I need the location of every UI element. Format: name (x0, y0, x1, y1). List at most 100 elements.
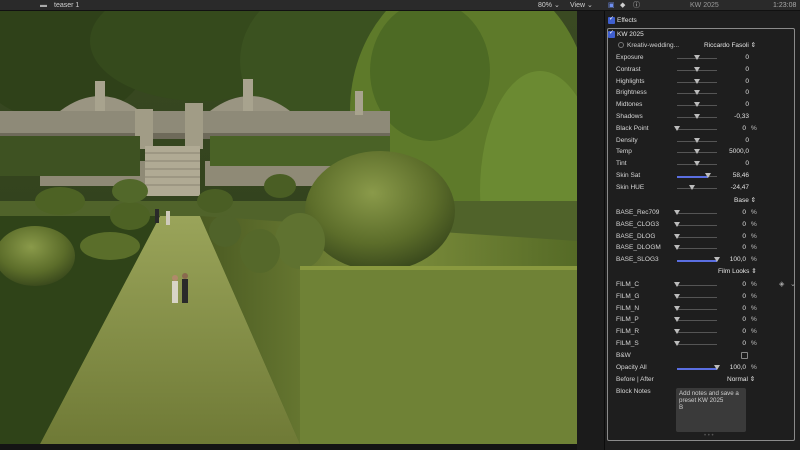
color-inspector-icon[interactable]: ◆ (620, 1, 625, 10)
keyframe-icon[interactable]: ◈ (779, 280, 784, 288)
film-c-value[interactable]: 0 (706, 281, 746, 289)
view-menu[interactable]: View ⌄ (570, 1, 593, 10)
opacity-value[interactable]: 100,0 (706, 364, 746, 372)
panel-divider[interactable] (577, 11, 604, 450)
resize-handle[interactable]: • • • (704, 433, 714, 439)
film-n-slider-knob[interactable] (674, 305, 680, 311)
base-dlogm-slider-knob[interactable] (674, 245, 680, 251)
base-rec709-slider-knob[interactable] (674, 210, 680, 215)
viewer-status-bar (0, 444, 604, 450)
project-name: teaser 1 (54, 2, 80, 9)
density-value[interactable]: 0 (709, 137, 749, 145)
base-slog3-value[interactable]: 100,0 (706, 256, 746, 264)
highlights-slider-knob[interactable] (694, 78, 700, 84)
base-slog3-label: BASE_SLOG3 (616, 256, 659, 264)
density-slider-knob[interactable] (694, 137, 700, 143)
film-g-unit: % (751, 292, 757, 300)
shadows-slider-knob[interactable] (693, 114, 700, 119)
base-clog3-value[interactable]: 0 (706, 221, 746, 229)
exposure-label: Exposure (616, 54, 644, 61)
base-dlog-unit: % (751, 232, 757, 240)
film-c-slider-knob[interactable] (674, 282, 680, 287)
effects-section-title: Effects (617, 17, 637, 24)
film-n-value[interactable]: 0 (706, 305, 746, 313)
skin-hue-label: Skin HUE (616, 183, 645, 191)
film-p-label: FILM_P (616, 316, 639, 324)
skin-hue-slider-knob[interactable] (689, 184, 696, 190)
brightness-value[interactable]: 0 (709, 89, 749, 97)
exposure-value[interactable]: 0 (709, 54, 749, 62)
base-clog3-label: BASE_CLOG3 (616, 220, 659, 228)
skin-sat-value[interactable]: 58,46 (709, 172, 749, 180)
film-c-label: FILM_C (616, 281, 640, 288)
bw-label: B&W (616, 352, 631, 359)
viewer-frame-image (0, 11, 577, 444)
base-group-selector[interactable]: Base ⇕ (734, 197, 756, 205)
zoom-menu[interactable]: 80% ⌄ (538, 1, 560, 10)
film-p-slider-knob[interactable] (674, 317, 680, 323)
base-dlog-slider-knob[interactable] (674, 233, 680, 239)
base-rec709-value[interactable]: 0 (706, 209, 746, 217)
preset-name[interactable]: Kreativ-wedding... (627, 42, 679, 50)
video-viewer[interactable] (0, 11, 577, 444)
brightness-slider-knob[interactable] (694, 90, 700, 96)
base-rec709-label: BASE_Rec709 (616, 209, 660, 216)
temp-label: Temp (616, 148, 632, 156)
base-slog3-unit: % (751, 256, 757, 264)
film-r-unit: % (751, 328, 757, 336)
chevron-down-icon[interactable]: ⌄ (790, 280, 796, 288)
film-p-unit: % (751, 316, 757, 324)
black-point-slider-knob[interactable] (674, 125, 680, 131)
temp-value[interactable]: 5000,0 (709, 148, 749, 156)
film-r-value[interactable]: 0 (706, 328, 746, 336)
tint-slider-knob[interactable] (694, 161, 700, 167)
exposure-slider-knob[interactable] (694, 55, 700, 60)
shadows-label: Shadows (616, 113, 643, 120)
effect-enable-checkbox[interactable] (608, 29, 615, 38)
film-s-label: FILM_S (616, 340, 639, 347)
film-icon: ▬ (40, 2, 47, 9)
base-dlogm-unit: % (751, 244, 757, 252)
video-inspector-icon[interactable]: ▣ (608, 1, 615, 10)
highlights-value[interactable]: 0 (709, 78, 749, 86)
black-point-unit: % (751, 124, 757, 132)
before-after-selector[interactable]: Normal ⇕ (727, 376, 755, 384)
film-s-unit: % (751, 340, 757, 347)
skin-sat-label: Skin Sat (616, 172, 641, 179)
midtones-slider-knob[interactable] (694, 102, 700, 108)
base-clog3-slider-knob[interactable] (674, 221, 680, 227)
base-clog3-unit: % (751, 220, 757, 228)
tint-value[interactable]: 0 (709, 160, 749, 168)
author-selector[interactable]: Riccardo Fasoli ⇕ (704, 42, 756, 50)
before-after-label: Before | After (616, 376, 654, 383)
timecode: 1:23:08 (773, 2, 797, 9)
film-n-unit: % (751, 304, 757, 312)
top-toolbar: ▬ teaser 1 80% ⌄ View ⌄ ▣ ◆ ⓘ KW 2025 1:… (0, 0, 800, 11)
block-notes-label: Block Notes (616, 388, 651, 395)
film-s-value[interactable]: 0 (706, 340, 746, 348)
film-r-slider-knob[interactable] (674, 329, 680, 335)
midtones-value[interactable]: 0 (709, 101, 749, 109)
base-rec709-unit: % (751, 209, 757, 216)
film-c-unit: % (751, 281, 757, 288)
film-p-value[interactable]: 0 (706, 316, 746, 324)
film-g-value[interactable]: 0 (706, 293, 746, 301)
base-dlog-value[interactable]: 0 (706, 233, 746, 241)
preset-dot-icon (618, 42, 624, 48)
skin-hue-value[interactable]: -24,47 (709, 184, 749, 192)
temp-slider-knob[interactable] (694, 149, 700, 155)
film-looks-group-selector[interactable]: Film Looks ⇕ (718, 268, 757, 276)
film-s-slider-knob[interactable] (674, 341, 680, 346)
tint-label: Tint (616, 160, 627, 168)
black-point-value[interactable]: 0 (706, 125, 746, 133)
film-g-slider-knob[interactable] (674, 293, 680, 299)
shadows-value[interactable]: -0,33 (709, 113, 749, 121)
bw-checkbox[interactable] (741, 352, 748, 359)
midtones-label: Midtones (616, 101, 643, 109)
effects-enable-checkbox[interactable] (608, 15, 615, 24)
contrast-value[interactable]: 0 (709, 66, 749, 74)
base-dlogm-value[interactable]: 0 (706, 244, 746, 252)
info-icon[interactable]: ⓘ (633, 1, 640, 10)
contrast-slider-knob[interactable] (694, 66, 700, 72)
block-notes-textarea[interactable]: Add notes and save a preset KW 2025 B (676, 388, 746, 432)
